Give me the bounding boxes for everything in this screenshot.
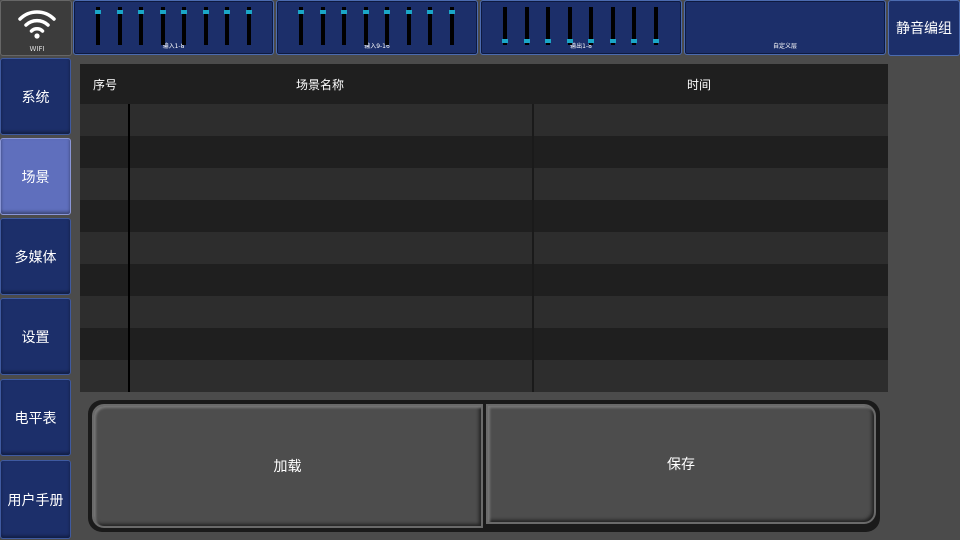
channel-fader[interactable] — [116, 7, 123, 45]
app-root: WIFI 输入1-8 输入9-16 输出1-8 自定义层 静音编组 系统 场景 … — [0, 0, 960, 540]
channel-fader[interactable] — [405, 7, 412, 45]
fader-knob[interactable] — [523, 39, 530, 44]
fader-knob[interactable] — [159, 10, 166, 15]
fader-knob[interactable] — [545, 39, 551, 44]
mute-group-button[interactable]: 静音编组 — [888, 0, 960, 56]
strip-label: 输出1-8 — [570, 43, 592, 50]
channel-fader[interactable] — [202, 7, 209, 45]
channel-fader[interactable] — [95, 7, 101, 45]
table-row[interactable] — [80, 232, 888, 264]
wifi-button[interactable]: WIFI — [0, 0, 72, 56]
fader-knob[interactable] — [95, 10, 101, 15]
fader-knob[interactable] — [631, 39, 637, 44]
channel-fader[interactable] — [181, 7, 187, 45]
fader-knob[interactable] — [448, 10, 455, 15]
channel-fader[interactable] — [566, 7, 573, 45]
fader-knob[interactable] — [384, 10, 390, 15]
wifi-label: WIFI — [29, 45, 45, 53]
fader-knob[interactable] — [652, 39, 659, 44]
column-divider — [532, 104, 534, 392]
table-row[interactable] — [80, 200, 888, 232]
table-row[interactable] — [80, 296, 888, 328]
table-row[interactable] — [80, 104, 888, 136]
fader-knob[interactable] — [405, 10, 412, 15]
channel-fader[interactable] — [384, 7, 390, 45]
strip-label: 输入9-16 — [364, 43, 390, 50]
table-row[interactable] — [80, 360, 888, 392]
column-header-time: 时间 — [687, 78, 712, 92]
table-row[interactable] — [80, 328, 888, 360]
channel-fader[interactable] — [523, 7, 530, 45]
fader-knob[interactable] — [224, 10, 230, 15]
fader-knob[interactable] — [181, 10, 187, 15]
save-button[interactable]: 保存 — [486, 404, 876, 524]
fader-knob[interactable] — [566, 39, 573, 44]
channel-fader[interactable] — [138, 7, 144, 45]
fader-knob[interactable] — [138, 10, 144, 15]
fader-knob[interactable] — [298, 10, 304, 15]
strip-label: 输入1-8 — [162, 43, 185, 50]
fader-knob[interactable] — [116, 10, 123, 15]
fader-knob[interactable] — [427, 10, 433, 15]
load-button[interactable]: 加载 — [92, 404, 483, 528]
sidebar-item-system[interactable]: 系统 — [0, 58, 71, 135]
channel-fader[interactable] — [448, 7, 455, 45]
sidebar-item-level-meter[interactable]: 电平表 — [0, 379, 71, 456]
channel-fader[interactable] — [341, 7, 347, 45]
fader-knob[interactable] — [588, 39, 594, 44]
channel-fader[interactable] — [319, 7, 326, 45]
strip-label: 自定义层 — [772, 43, 797, 50]
fader-knob[interactable] — [341, 10, 347, 15]
input-1-8-strip[interactable]: 输入1-8 — [73, 0, 274, 55]
channel-fader[interactable] — [588, 7, 594, 45]
column-header-scene-name: 场景名称 — [296, 78, 345, 92]
channel-fader[interactable] — [502, 7, 508, 45]
channel-fader[interactable] — [362, 7, 369, 45]
channel-fader[interactable] — [159, 7, 166, 45]
fader-knob[interactable] — [202, 10, 209, 15]
fader-knob[interactable] — [319, 10, 326, 15]
channel-fader[interactable] — [609, 7, 616, 45]
table-row[interactable] — [80, 264, 888, 296]
output-1-8-strip[interactable]: 输出1-8 — [480, 0, 682, 55]
table-row[interactable] — [80, 136, 888, 168]
channel-fader[interactable] — [631, 7, 637, 45]
column-header-index: 序号 — [93, 78, 118, 92]
sidebar-item-settings[interactable]: 设置 — [0, 298, 71, 375]
fader-knob[interactable] — [609, 39, 616, 44]
channel-fader[interactable] — [298, 7, 304, 45]
sidebar-item-scene[interactable]: 场景 — [0, 138, 71, 215]
wifi-icon — [18, 10, 56, 39]
fader-knob[interactable] — [362, 10, 369, 15]
table-header: 序号 场景名称 时间 — [80, 64, 888, 104]
input-9-16-strip[interactable]: 输入9-16 — [276, 0, 478, 55]
fader-knob[interactable] — [502, 39, 508, 44]
fader-knob[interactable] — [245, 10, 252, 15]
channel-fader[interactable] — [652, 7, 659, 45]
scene-table: 序号 场景名称 时间 — [80, 64, 888, 392]
sidebar-item-user-manual[interactable]: 用户手册 — [0, 460, 71, 539]
custom-layer-strip[interactable]: 自定义层 — [684, 0, 886, 55]
channel-fader[interactable] — [224, 7, 230, 45]
channel-fader[interactable] — [427, 7, 433, 45]
channel-fader[interactable] — [245, 7, 252, 45]
table-row[interactable] — [80, 168, 888, 200]
column-divider — [128, 104, 130, 392]
sidebar-item-multimedia[interactable]: 多媒体 — [0, 218, 71, 295]
channel-fader[interactable] — [545, 7, 551, 45]
